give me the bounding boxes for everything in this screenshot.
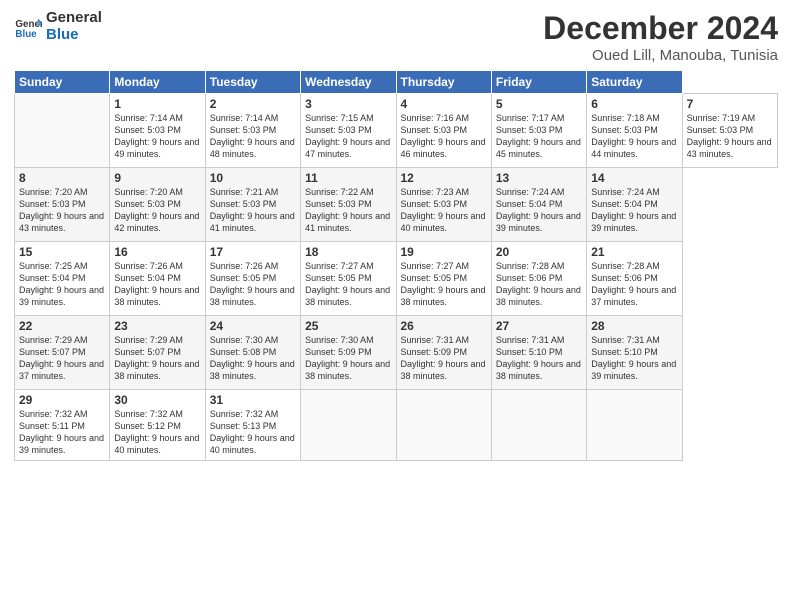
table-row: 10Sunrise: 7:21 AMSunset: 5:03 PMDayligh… bbox=[205, 168, 300, 242]
table-row: 31Sunrise: 7:32 AMSunset: 5:13 PMDayligh… bbox=[205, 390, 300, 461]
table-row: 27Sunrise: 7:31 AMSunset: 5:10 PMDayligh… bbox=[491, 316, 586, 390]
table-row: 22Sunrise: 7:29 AMSunset: 5:07 PMDayligh… bbox=[15, 316, 110, 390]
logo-icon: General Blue bbox=[14, 13, 42, 41]
table-row: 20Sunrise: 7:28 AMSunset: 5:06 PMDayligh… bbox=[491, 242, 586, 316]
table-row bbox=[587, 390, 682, 461]
title-block: December 2024 Oued Lill, Manouba, Tunisi… bbox=[543, 10, 778, 64]
table-row: 19Sunrise: 7:27 AMSunset: 5:05 PMDayligh… bbox=[396, 242, 491, 316]
table-row: 30Sunrise: 7:32 AMSunset: 5:12 PMDayligh… bbox=[110, 390, 205, 461]
logo-general: General bbox=[46, 10, 102, 27]
calendar-table: Sunday Monday Tuesday Wednesday Thursday… bbox=[14, 70, 778, 461]
table-row: 16Sunrise: 7:26 AMSunset: 5:04 PMDayligh… bbox=[110, 242, 205, 316]
table-row: 3Sunrise: 7:15 AMSunset: 5:03 PMDaylight… bbox=[301, 94, 396, 168]
table-row bbox=[15, 94, 110, 168]
table-row: 24Sunrise: 7:30 AMSunset: 5:08 PMDayligh… bbox=[205, 316, 300, 390]
table-row: 6Sunrise: 7:18 AMSunset: 5:03 PMDaylight… bbox=[587, 94, 682, 168]
col-sunday: Sunday bbox=[15, 71, 110, 94]
logo: General Blue General Blue bbox=[14, 10, 102, 43]
table-row: 15Sunrise: 7:25 AMSunset: 5:04 PMDayligh… bbox=[15, 242, 110, 316]
header: General Blue General Blue December 2024 … bbox=[14, 10, 778, 64]
table-row: 28Sunrise: 7:31 AMSunset: 5:10 PMDayligh… bbox=[587, 316, 682, 390]
table-row: 14Sunrise: 7:24 AMSunset: 5:04 PMDayligh… bbox=[587, 168, 682, 242]
col-tuesday: Tuesday bbox=[205, 71, 300, 94]
table-row: 18Sunrise: 7:27 AMSunset: 5:05 PMDayligh… bbox=[301, 242, 396, 316]
table-row: 21Sunrise: 7:28 AMSunset: 5:06 PMDayligh… bbox=[587, 242, 682, 316]
table-row: 7Sunrise: 7:19 AMSunset: 5:03 PMDaylight… bbox=[682, 94, 777, 168]
table-row: 23Sunrise: 7:29 AMSunset: 5:07 PMDayligh… bbox=[110, 316, 205, 390]
table-row: 8Sunrise: 7:20 AMSunset: 5:03 PMDaylight… bbox=[15, 168, 110, 242]
svg-text:Blue: Blue bbox=[15, 28, 37, 39]
calendar-subtitle: Oued Lill, Manouba, Tunisia bbox=[543, 47, 778, 64]
table-row: 13Sunrise: 7:24 AMSunset: 5:04 PMDayligh… bbox=[491, 168, 586, 242]
table-row: 5Sunrise: 7:17 AMSunset: 5:03 PMDaylight… bbox=[491, 94, 586, 168]
table-row: 2Sunrise: 7:14 AMSunset: 5:03 PMDaylight… bbox=[205, 94, 300, 168]
table-row bbox=[396, 390, 491, 461]
table-row: 17Sunrise: 7:26 AMSunset: 5:05 PMDayligh… bbox=[205, 242, 300, 316]
table-row: 9Sunrise: 7:20 AMSunset: 5:03 PMDaylight… bbox=[110, 168, 205, 242]
table-row: 4Sunrise: 7:16 AMSunset: 5:03 PMDaylight… bbox=[396, 94, 491, 168]
calendar-container: General Blue General Blue December 2024 … bbox=[0, 0, 792, 612]
table-row: 25Sunrise: 7:30 AMSunset: 5:09 PMDayligh… bbox=[301, 316, 396, 390]
table-row: 26Sunrise: 7:31 AMSunset: 5:09 PMDayligh… bbox=[396, 316, 491, 390]
table-row bbox=[301, 390, 396, 461]
col-thursday: Thursday bbox=[396, 71, 491, 94]
col-monday: Monday bbox=[110, 71, 205, 94]
table-row: 29Sunrise: 7:32 AMSunset: 5:11 PMDayligh… bbox=[15, 390, 110, 461]
col-friday: Friday bbox=[491, 71, 586, 94]
table-row: 12Sunrise: 7:23 AMSunset: 5:03 PMDayligh… bbox=[396, 168, 491, 242]
calendar-title: December 2024 bbox=[543, 10, 778, 47]
table-row: 1Sunrise: 7:14 AMSunset: 5:03 PMDaylight… bbox=[110, 94, 205, 168]
col-wednesday: Wednesday bbox=[301, 71, 396, 94]
table-row: 11Sunrise: 7:22 AMSunset: 5:03 PMDayligh… bbox=[301, 168, 396, 242]
table-row bbox=[491, 390, 586, 461]
logo-blue: Blue bbox=[46, 27, 102, 44]
calendar-header-row: Sunday Monday Tuesday Wednesday Thursday… bbox=[15, 71, 778, 94]
col-saturday: Saturday bbox=[587, 71, 682, 94]
